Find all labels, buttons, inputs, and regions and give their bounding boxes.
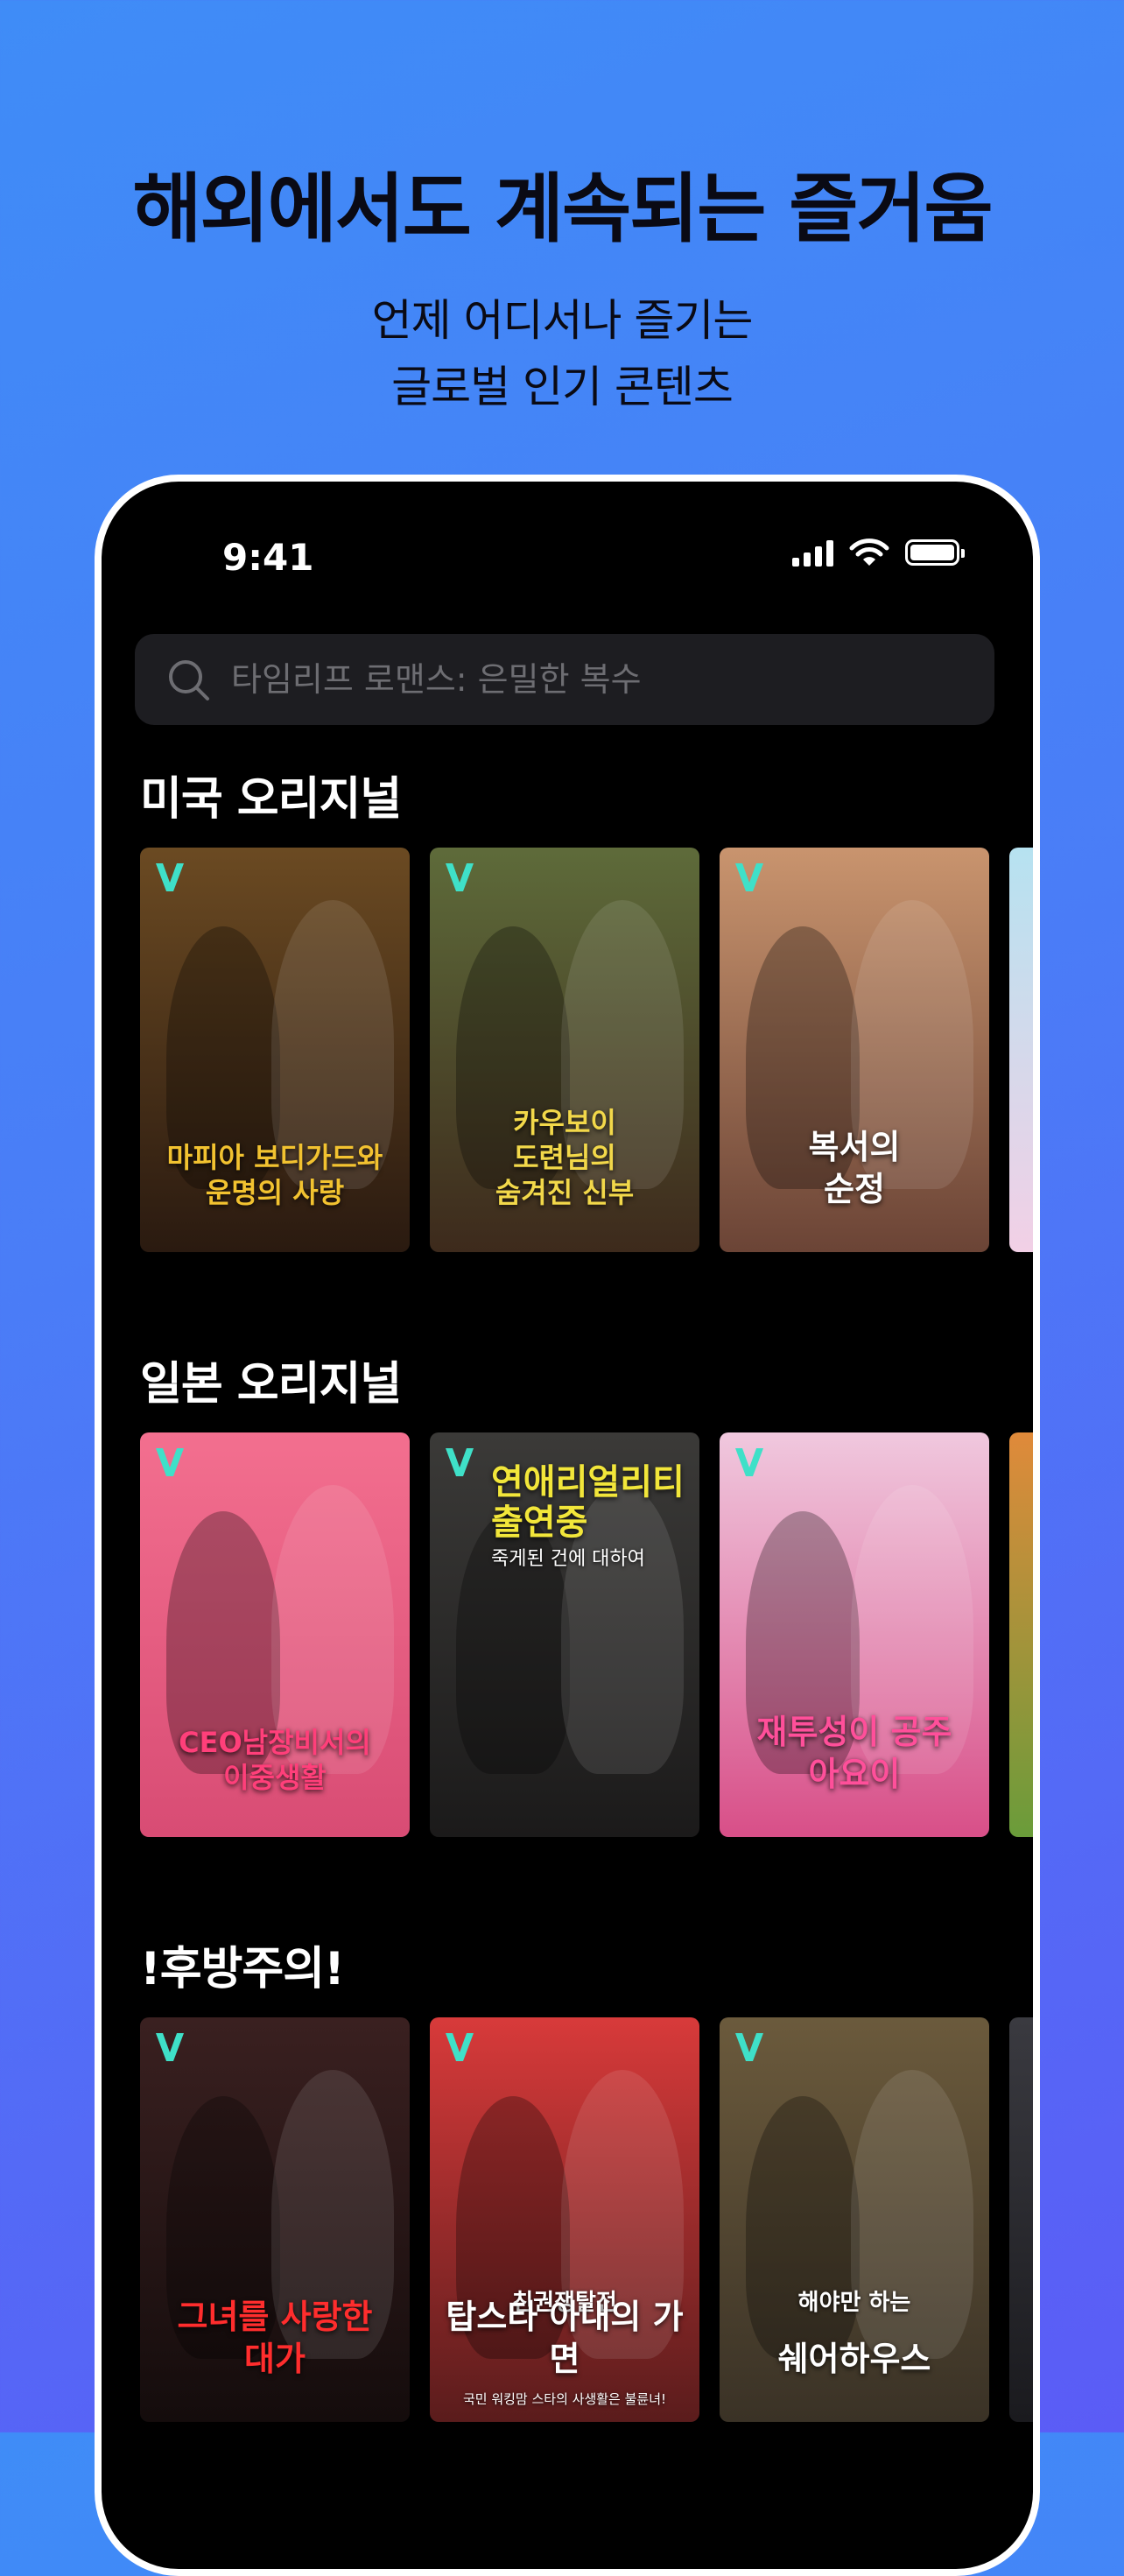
content-card-peek[interactable] xyxy=(1009,1432,1033,1837)
cellular-signal-icon xyxy=(792,538,833,567)
v-logo-icon xyxy=(156,2033,184,2061)
card-label: 해야만 하는 xyxy=(797,2290,911,2316)
v-logo-icon xyxy=(156,863,184,891)
card-title: 그녀를 사랑한 대가 xyxy=(177,2298,373,2378)
subline-2: 글로벌 인기 콘텐츠 xyxy=(391,362,734,412)
card-title: CEO남장비서의 이중생활 xyxy=(179,1726,371,1794)
v-logo-icon xyxy=(735,2033,763,2061)
content-card-peek[interactable] xyxy=(1009,2017,1033,2422)
wifi-icon xyxy=(849,538,889,566)
v-logo-icon xyxy=(735,1448,763,1476)
v-logo-icon xyxy=(446,2033,474,2061)
content-card[interactable]: 카우보이 도련님의 숨겨진 신부 xyxy=(430,848,699,1252)
card-caption: 국민 워킹맘 스타의 사생활은 불륜녀! xyxy=(462,2391,667,2407)
v-logo-icon xyxy=(156,1448,184,1476)
headline: 해외에서도 계속되는 즐거움 xyxy=(132,165,993,253)
search-input[interactable] xyxy=(229,659,951,700)
subline-1: 언제 어디서나 즐기는 xyxy=(371,295,754,346)
content-card-peek[interactable] xyxy=(1009,848,1033,1252)
phone-frame: 9:41 미국 오리지널마피아 보디가드와 운명의 사랑 카우보이 도련님의 숨겨… xyxy=(95,475,1040,2576)
content-card[interactable]: 마피아 보디가드와 운명의 사랑 xyxy=(140,848,410,1252)
v-logo-icon xyxy=(735,863,763,891)
card-title: 쉐어하우스 xyxy=(777,2339,931,2378)
content-card[interactable]: 친권쟁탈전 탑스타 아내의 가면 국민 워킹맘 스타의 사생활은 불륜녀! xyxy=(430,2017,699,2422)
status-icons xyxy=(792,538,965,567)
content-card[interactable]: CEO남장비서의 이중생활 xyxy=(140,1432,410,1837)
content-row: 마피아 보디가드와 운명의 사랑 카우보이 도련님의 숨겨진 신부 복서의 순정 xyxy=(140,848,1033,1252)
card-title: 탑스타 아내의 가면 xyxy=(446,2298,684,2378)
status-time: 9:41 xyxy=(222,536,314,579)
card-top-text: 연애리얼리티 출연중 xyxy=(491,1462,685,1543)
card-top-subtitle: 죽게된 건에 대하여 xyxy=(491,1548,645,1570)
content-card[interactable]: 재투성이 공주 아요이 xyxy=(720,1432,989,1837)
card-title: 카우보이 도련님의 숨겨진 신부 xyxy=(495,1106,635,1209)
content-card[interactable]: 해야만 하는쉐어하우스 xyxy=(720,2017,989,2422)
v-logo-icon xyxy=(446,863,474,891)
card-title: 재투성이 공주 아요이 xyxy=(756,1713,952,1793)
section-title: 일본 오리지널 xyxy=(140,1358,402,1411)
content-row: CEO남장비서의 이중생활 연애리얼리티 출연중죽게된 건에 대하여재투성이 공주… xyxy=(140,1432,1033,1837)
content-card[interactable]: 복서의 순정 xyxy=(720,848,989,1252)
v-logo-icon xyxy=(446,1448,474,1476)
card-title: 마피아 보디가드와 운명의 사랑 xyxy=(166,1141,383,1209)
card-title: 복서의 순정 xyxy=(808,1128,901,1208)
content-row: 그녀를 사랑한 대가 친권쟁탈전 탑스타 아내의 가면 국민 워킹맘 스타의 사생활은… xyxy=(140,2017,1033,2422)
section-title: !후방주의! xyxy=(140,1943,345,1995)
section-title: 미국 오리지널 xyxy=(140,773,402,826)
search-icon xyxy=(169,660,209,700)
battery-icon xyxy=(905,539,965,566)
content-card[interactable]: 연애리얼리티 출연중죽게된 건에 대하여 xyxy=(430,1432,699,1837)
poster-figure xyxy=(746,2096,860,2359)
search-bar[interactable] xyxy=(135,634,994,725)
content-card[interactable]: 그녀를 사랑한 대가 xyxy=(140,2017,410,2422)
